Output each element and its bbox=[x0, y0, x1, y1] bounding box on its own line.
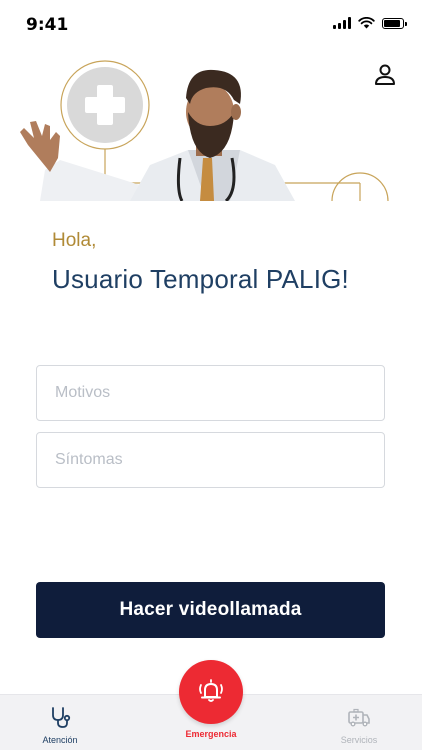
cellular-signal-icon bbox=[333, 17, 351, 29]
wifi-icon bbox=[358, 17, 375, 29]
motivos-input[interactable] bbox=[36, 365, 385, 421]
greeting-user-name: Usuario Temporal PALIG! bbox=[52, 264, 349, 294]
profile-button[interactable] bbox=[372, 62, 398, 88]
ambulance-icon bbox=[348, 708, 370, 727]
video-call-button[interactable]: Hacer videollamada bbox=[36, 582, 385, 638]
sintomas-input[interactable] bbox=[36, 432, 385, 488]
tab-servicios[interactable]: Servicios bbox=[314, 695, 404, 751]
status-time: 9:41 bbox=[26, 15, 69, 35]
battery-icon bbox=[382, 17, 407, 29]
person-icon bbox=[375, 64, 395, 85]
tab-atencion[interactable]: Atención bbox=[15, 695, 105, 751]
stethoscope-icon bbox=[52, 707, 71, 728]
medical-cross-icon bbox=[60, 60, 150, 150]
tab-atencion-label: Atención bbox=[42, 735, 78, 745]
doctor-figure bbox=[20, 69, 295, 201]
greeting-hola: Hola, bbox=[52, 230, 97, 251]
alarm-bell-icon bbox=[199, 679, 223, 702]
status-bar: 9:41 bbox=[0, 0, 422, 52]
status-icons bbox=[333, 17, 407, 29]
doctor-illustration bbox=[0, 55, 422, 201]
emergency-button[interactable] bbox=[179, 660, 243, 724]
tab-servicios-label: Servicios bbox=[340, 735, 378, 745]
emergency-label[interactable]: Emergencia bbox=[170, 729, 252, 739]
